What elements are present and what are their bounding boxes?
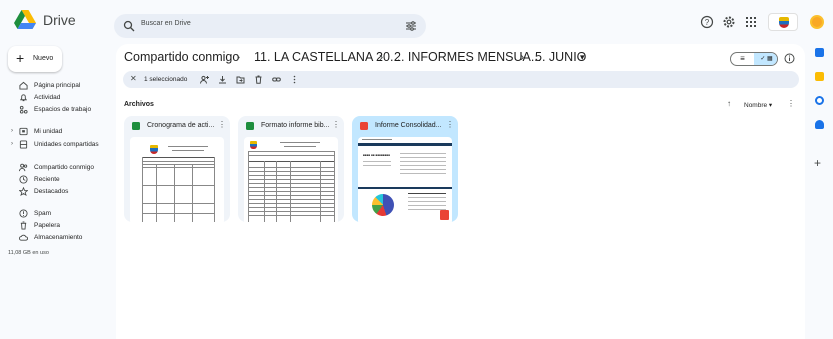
sidebar-item-label: Espacios de trabajo — [34, 106, 92, 113]
sheets-file-icon — [246, 122, 254, 130]
people-icon — [19, 163, 28, 172]
sidebar-item-label: Página principal — [34, 82, 81, 89]
move-to-folder-icon[interactable] — [236, 75, 245, 84]
file-title: Formato informe bib... — [261, 122, 330, 129]
settings-gear-icon[interactable] — [722, 15, 736, 29]
tasks-app-icon[interactable] — [815, 96, 824, 105]
clock-icon — [19, 175, 28, 184]
star-icon — [19, 187, 28, 196]
file-card[interactable]: Formato informe bib... ⋮ — [238, 116, 344, 222]
svg-text:?: ? — [705, 18, 710, 27]
sidebar-item-label: Compartido conmigo — [34, 164, 94, 171]
my-drive-icon — [19, 127, 28, 136]
drive-logo-icon[interactable] — [14, 10, 36, 29]
sidebar-item-label: Destacados — [34, 188, 69, 195]
storage-usage-text: 11,08 GB en uso — [8, 250, 49, 256]
sidebar-item-label: Reciente — [34, 176, 60, 183]
details-info-icon[interactable] — [784, 53, 795, 64]
plus-icon: + — [16, 50, 25, 66]
clear-selection-icon[interactable]: ✕ — [130, 74, 137, 83]
keep-app-icon[interactable] — [815, 72, 824, 81]
home-icon — [19, 81, 28, 90]
top-bar: Drive Buscar en Drive ? — [0, 0, 833, 44]
file-thumbnail — [244, 137, 338, 222]
breadcrumb-item-shared-with-me[interactable]: Compartido conmigo — [124, 50, 239, 64]
main-content: Compartido conmigo › 11. LA CASTELLANA 2… — [116, 44, 805, 339]
share-person-add-icon[interactable] — [200, 75, 209, 84]
organization-account-button[interactable] — [768, 13, 798, 31]
sheets-file-icon — [132, 122, 140, 130]
spam-icon — [19, 209, 28, 218]
file-title: Cronograma de acti... — [147, 122, 215, 129]
selection-count: 1 seleccionado — [144, 76, 188, 83]
new-button-label: Nuevo — [33, 55, 54, 62]
sidebar-item-label: Mi unidad — [34, 128, 63, 135]
file-thumbnail: ■■■■ ■■ ■■■■■■■■ — [358, 137, 452, 222]
breadcrumb-dropdown-icon[interactable]: ▾ — [580, 52, 585, 63]
file-more-options-icon[interactable]: ⋮ — [332, 120, 340, 129]
sidebar-item-my-drive[interactable]: › Mi unidad — [0, 125, 116, 139]
breadcrumb-item-current[interactable]: 5. JUNIO — [535, 50, 586, 64]
cloud-icon — [19, 234, 28, 241]
grid-view-button[interactable]: ✓ ▦ — [754, 53, 777, 65]
delete-icon[interactable] — [254, 75, 263, 84]
file-title: Informe Consolidad... — [375, 122, 442, 129]
calendar-app-icon[interactable] — [815, 48, 824, 57]
sidebar-item-label: Papelera — [34, 222, 61, 229]
search-input[interactable]: Buscar en Drive — [141, 20, 191, 27]
sidebar-item-label: Almacenamiento — [34, 234, 83, 241]
sidebar-item-shared-drives[interactable]: › Unidades compartidas — [0, 138, 116, 152]
organization-crest-icon — [779, 17, 789, 28]
sort-label: Nombre — [744, 102, 768, 109]
file-more-options-icon[interactable]: ⋮ — [218, 120, 226, 129]
file-card[interactable]: Cronograma de acti... ⋮ — [124, 116, 230, 222]
apps-grid-icon[interactable] — [744, 15, 758, 29]
expand-arrow-icon[interactable]: › — [11, 128, 13, 134]
breadcrumb-separator: › — [520, 50, 525, 64]
sort-direction-arrow-icon[interactable]: ↑ — [727, 99, 731, 108]
help-icon[interactable]: ? — [700, 15, 714, 29]
search-filter-icon[interactable] — [405, 20, 417, 32]
brand-name[interactable]: Drive — [43, 12, 76, 28]
file-more-options-icon[interactable]: ⋮ — [446, 120, 454, 129]
sidebar-item-starred[interactable]: Destacados — [0, 185, 116, 199]
add-addon-icon[interactable]: + — [814, 156, 821, 170]
copy-link-icon[interactable] — [272, 75, 281, 84]
list-view-button[interactable]: ≡ — [731, 53, 754, 65]
download-icon[interactable] — [218, 75, 227, 84]
expand-arrow-icon[interactable]: › — [11, 141, 13, 147]
search-bar[interactable]: Buscar en Drive — [114, 14, 426, 38]
workspaces-icon — [19, 105, 28, 114]
selection-toolbar: ✕ 1 seleccionado — [123, 71, 799, 88]
pdf-badge-icon — [440, 210, 449, 220]
user-avatar[interactable] — [810, 15, 824, 29]
new-button[interactable]: + Nuevo — [8, 46, 62, 72]
trash-icon — [20, 221, 27, 230]
sidebar-item-label: Spam — [34, 210, 51, 217]
breadcrumb-separator: › — [379, 50, 384, 64]
sort-by-name-button[interactable]: Nombre ▾ — [744, 101, 772, 109]
view-toggle: ≡ ✓ ▦ — [730, 52, 778, 66]
section-title-files: Archivos — [124, 101, 154, 108]
sidebar-item-storage[interactable]: Almacenamiento — [0, 231, 116, 245]
shared-drives-icon — [19, 140, 28, 149]
sidebar-item-label: Unidades compartidas — [34, 141, 99, 148]
breadcrumb-separator: › — [236, 50, 241, 64]
more-actions-icon[interactable] — [290, 75, 299, 84]
sidebar-item-workspaces[interactable]: Espacios de trabajo — [0, 103, 116, 117]
file-card-selected[interactable]: Informe Consolidad... ⋮ ■■■■ ■■ ■■■■■■■■ — [352, 116, 458, 222]
sidebar: + Nuevo Página principal Actividad Espac… — [0, 44, 116, 339]
file-thumbnail — [130, 137, 224, 222]
contacts-app-icon[interactable] — [815, 120, 824, 129]
more-sort-options-icon[interactable]: ⋮ — [787, 99, 795, 108]
search-icon[interactable] — [123, 20, 135, 32]
bell-icon — [19, 94, 28, 102]
sidebar-item-label: Actividad — [34, 94, 61, 101]
pdf-file-icon — [360, 122, 368, 130]
side-panel-rail: + — [805, 44, 833, 339]
